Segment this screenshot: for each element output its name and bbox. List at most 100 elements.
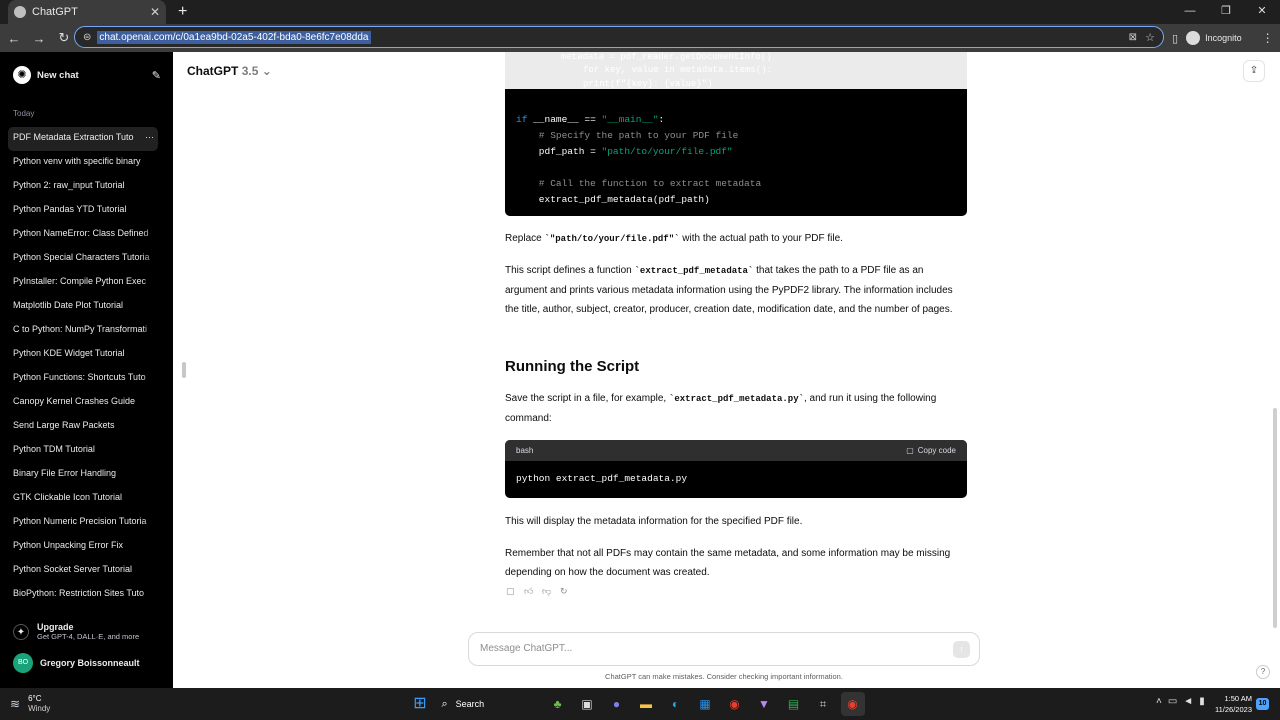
excel-icon[interactable]: ▤ <box>782 692 806 716</box>
new-tab-icon[interactable]: + <box>178 3 187 21</box>
code-line-faded: print(f"{key}: {value}") <box>583 79 713 89</box>
text-fade <box>142 391 158 411</box>
widgets-icon[interactable]: ♣ <box>546 692 570 716</box>
network-icon[interactable]: ▭ <box>1168 696 1177 707</box>
taskbar-search[interactable]: ⌕ Search <box>438 692 538 716</box>
sidebar-chat-item[interactable]: Python Numeric Precision Tutoria <box>8 511 158 535</box>
message-composer[interactable]: Message ChatGPT... ↑ <box>468 632 980 666</box>
browser-toolbar: ← → ↻ ⊜ chat.openai.com/c/0a1ea9bd-02a5-… <box>0 24 1280 52</box>
reload-icon[interactable]: ↻ <box>53 30 75 46</box>
microsoft-store-icon[interactable]: ▦ <box>693 692 717 716</box>
minimize-icon[interactable]: — <box>1172 0 1208 24</box>
sidebar-chat-item[interactable]: Python venv with specific binary <box>8 151 158 175</box>
close-tab-icon[interactable]: ✕ <box>150 5 160 19</box>
url-text[interactable]: chat.openai.com/c/0a1ea9bd-02a5-402f-bda… <box>97 30 371 44</box>
bookmark-star-icon[interactable]: ☆ <box>1145 31 1155 44</box>
text-fade <box>142 343 158 363</box>
chevron-up-icon[interactable]: ˄ <box>1156 696 1162 707</box>
text-fade <box>142 151 158 171</box>
thumbs-up-icon[interactable]: 👍︎ <box>524 586 542 597</box>
teams-chat-icon[interactable]: ● <box>605 692 629 716</box>
text-fade <box>142 439 158 459</box>
text-fade <box>142 511 158 531</box>
browser-tab[interactable]: ChatGPT ✕ <box>8 0 166 24</box>
thumbs-down-icon[interactable]: 👎︎ <box>542 586 560 597</box>
file-explorer-icon[interactable]: ▬ <box>634 692 658 716</box>
vpn-app-icon[interactable]: ▼ <box>752 692 776 716</box>
code-line: if __name__ == "__main__": <box>516 114 665 125</box>
sidebar-chat-item[interactable]: Matplotlib Date Plot Tutorial <box>8 295 158 319</box>
sidebar-chat-item[interactable]: Canopy Kernel Crashes Guide <box>8 391 158 415</box>
copy-code-button[interactable]: ▢ Copy code <box>906 446 956 455</box>
chat-item-label: Python Unpacking Error Fix <box>13 540 124 550</box>
sidebar-chat-item[interactable]: Python Socket Server Tutorial <box>8 559 158 583</box>
chrome-icon[interactable]: ◉ <box>723 692 747 716</box>
sidebar-chat-item[interactable]: PyInstaller: Compile Python Exec <box>8 271 158 295</box>
message-input[interactable]: Message ChatGPT... <box>480 643 572 654</box>
sidebar-chat-item[interactable]: Python Unpacking Error Fix <box>8 535 158 559</box>
browser-menu-icon[interactable]: ⋮ <box>1262 31 1274 45</box>
user-menu[interactable]: BO Gregory Boissonneault <box>13 653 140 673</box>
network-app-icon[interactable]: ⌗ <box>811 692 835 716</box>
profile-button[interactable]: Incognito <box>1186 31 1242 45</box>
copy-icon[interactable]: ▢ <box>506 586 524 597</box>
sidebar-chat-item[interactable]: Python Pandas YTD Tutorial <box>8 199 158 223</box>
sidebar-collapse-handle[interactable] <box>182 362 186 378</box>
address-bar[interactable]: ⊜ chat.openai.com/c/0a1ea9bd-02a5-402f-b… <box>74 26 1164 48</box>
code-line: pdf_path = "path/to/your/file.pdf" <box>516 146 733 157</box>
share-icon[interactable]: ⇪ <box>1243 60 1265 82</box>
sidebar-chat-item[interactable]: GTK Clickable Icon Tutorial <box>8 487 158 511</box>
text-fade <box>142 175 158 195</box>
search-icon: ⌕ <box>441 697 448 710</box>
sidebar-chat-item[interactable]: Python NameError: Class Defined <box>8 223 158 247</box>
edge-browser-icon[interactable]: ◐ <box>664 692 688 716</box>
more-options-icon[interactable]: ··· <box>142 127 154 147</box>
sidebar-chat-item[interactable]: C to Python: NumPy Transformati <box>8 319 158 343</box>
side-panel-icon[interactable]: ▯ <box>1172 32 1178 45</box>
notification-badge[interactable]: 10 <box>1256 698 1269 710</box>
sidebar-chat-item[interactable]: PDF Metadata Extraction Tuto ··· <box>8 127 158 151</box>
model-selector[interactable]: ChatGPT 3.5 ⌄ <box>187 64 272 78</box>
sidebar-chat-item[interactable]: Python Functions: Shortcuts Tuto <box>8 367 158 391</box>
send-arrow-icon[interactable]: ↑ <box>953 641 970 658</box>
text-fade <box>142 295 158 315</box>
help-icon[interactable]: ? <box>1256 665 1270 679</box>
site-info-icon[interactable]: ⊜ <box>83 32 91 43</box>
chat-item-label: GTK Clickable Icon Tutorial <box>13 492 123 502</box>
model-version: 3.5 <box>241 64 259 78</box>
chat-item-label: Python Pandas YTD Tutorial <box>13 204 127 214</box>
new-chat-button[interactable]: ✺ New chat ✎ <box>13 66 161 84</box>
sidebar-chat-item[interactable]: Binary File Error Handling <box>8 463 158 487</box>
clock[interactable]: 1:50 AM 11/26/2023 <box>1210 693 1252 715</box>
maximize-icon[interactable]: ❐ <box>1208 0 1244 24</box>
chrome-active-icon[interactable]: ◉ <box>840 692 865 716</box>
volume-icon[interactable]: ◄ <box>1183 696 1193 707</box>
temperature: 6°C <box>28 694 42 703</box>
sidebar-chat-item[interactable]: Send Large Raw Packets <box>8 415 158 439</box>
chevron-down-icon: ⌄ <box>261 64 272 78</box>
windows-start-icon[interactable]: ⊞ <box>408 692 432 716</box>
sidebar-chat-item[interactable]: Python Special Characters Tutoria <box>8 247 158 271</box>
system-tray: ˄ ▭ ◄ ▮ <box>1156 696 1211 707</box>
clock-time: 1:50 AM <box>1224 694 1252 703</box>
regenerate-icon[interactable]: ↻ <box>560 586 578 597</box>
new-chat-edit-icon[interactable]: ✎ <box>152 69 161 82</box>
upgrade-button[interactable]: ✦ Upgrade Get GPT-4, DALL·E, and more <box>13 622 139 641</box>
sidebar-chat-item[interactable]: Python 2: raw_input Tutorial <box>8 175 158 199</box>
scrollbar[interactable] <box>1273 408 1277 628</box>
chat-item-label: Python venv with specific binary <box>13 156 141 166</box>
close-window-icon[interactable]: ✕ <box>1244 0 1280 24</box>
sidebar-chat-item[interactable]: Python TDM Tutorial <box>8 439 158 463</box>
sidebar-chat-item[interactable]: BioPython: Restriction Sites Tuto <box>8 583 158 607</box>
weather-widget[interactable]: ≋ 6°C Windy <box>10 694 50 714</box>
chat-item-label: Python 2: raw_input Tutorial <box>13 180 125 190</box>
chat-item-label: Python KDE Widget Tutorial <box>13 348 125 358</box>
chatgpt-favicon-icon <box>14 6 26 18</box>
task-view-icon[interactable]: ▣ <box>575 692 599 716</box>
back-icon[interactable]: ← <box>3 31 25 46</box>
forward-icon[interactable]: → <box>28 31 50 46</box>
battery-icon[interactable]: ▮ <box>1199 696 1205 707</box>
sidebar-chat-item[interactable]: Python KDE Widget Tutorial <box>8 343 158 367</box>
chat-history-list: PDF Metadata Extraction Tuto ··· Python ve… <box>8 127 158 607</box>
